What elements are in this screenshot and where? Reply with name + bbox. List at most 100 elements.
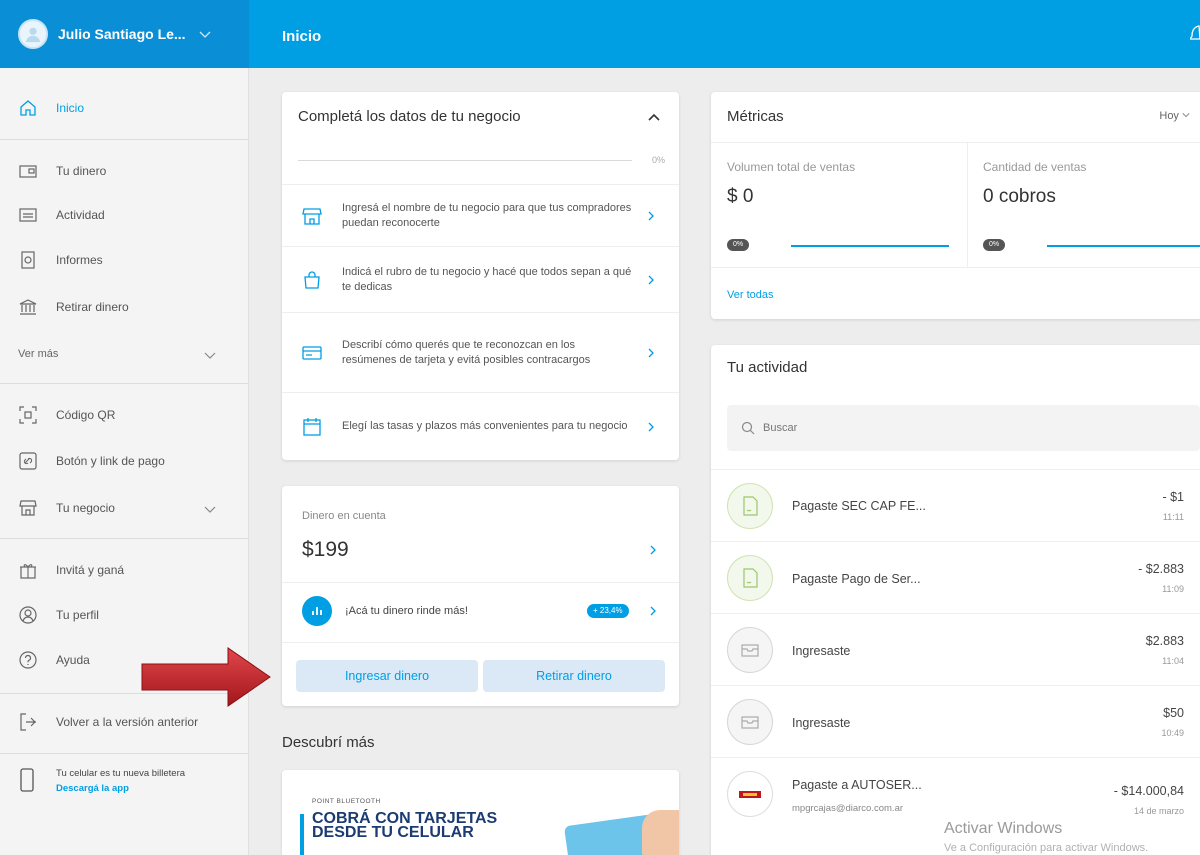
download-app-link[interactable]: Descargá la app bbox=[56, 783, 185, 794]
chevron-down-icon bbox=[199, 31, 211, 38]
activity-amount: $50 bbox=[1163, 706, 1184, 720]
activity-time: 11:11 bbox=[1162, 512, 1184, 522]
activity-time: 11:04 bbox=[1162, 656, 1184, 666]
sidebar-item-label: Informes bbox=[56, 253, 103, 267]
gift-icon bbox=[20, 564, 36, 579]
avatar bbox=[18, 19, 48, 49]
sidebar-item-volver[interactable]: Volver a la versión anterior bbox=[18, 710, 198, 734]
activity-row[interactable]: Pagaste SEC CAP FE... - $1 11:11 bbox=[711, 469, 1200, 541]
sales-count-badge: 0% bbox=[983, 239, 1005, 251]
sidebar-item-label: Tu negocio bbox=[56, 501, 115, 515]
chevron-right-icon bbox=[648, 211, 654, 220]
sidebar: Inicio Tu dinero Actividad Informes Reti… bbox=[0, 68, 249, 855]
activity-row[interactable]: Ingresaste $50 10:49 bbox=[711, 685, 1200, 757]
sidebar-item-tu-perfil[interactable]: Tu perfil bbox=[18, 603, 99, 627]
add-money-button[interactable]: Ingresar dinero bbox=[296, 660, 478, 692]
sidebar-item-invita[interactable]: Invitá y ganá bbox=[18, 558, 124, 582]
task-business-category[interactable]: Indicá el rubro de tu negocio y hacé que… bbox=[282, 246, 679, 312]
bank-icon bbox=[19, 299, 37, 315]
progress-bar bbox=[298, 160, 632, 161]
task-rates[interactable]: Elegí las tasas y plazos más conveniente… bbox=[282, 392, 679, 460]
account-money-card: Dinero en cuenta $199 ¡Acá tu dinero rin… bbox=[282, 486, 679, 706]
red-arrow-annotation bbox=[141, 647, 271, 707]
period-select[interactable]: Hoy bbox=[1159, 110, 1190, 122]
see-all-link[interactable]: Ver todas bbox=[727, 289, 773, 301]
link-icon bbox=[19, 452, 37, 470]
promo-text: Tu celular es tu nueva billetera bbox=[56, 768, 186, 779]
sales-count-value: 0 cobros bbox=[983, 186, 1056, 207]
chevron-down-icon[interactable] bbox=[203, 348, 217, 362]
activity-row[interactable]: Pagaste Pago de Ser... - $2.883 11:09 bbox=[711, 541, 1200, 613]
bell-icon[interactable] bbox=[1190, 24, 1200, 42]
sidebar-item-tu-dinero[interactable]: Tu dinero bbox=[18, 159, 106, 183]
sidebar-item-boton-link[interactable]: Botón y link de pago bbox=[18, 449, 165, 473]
ver-mas-toggle[interactable]: Ver más bbox=[18, 348, 58, 360]
activity-row[interactable]: Pagaste a AUTOSER... mpgrcajas@diarco.co… bbox=[711, 757, 1200, 829]
sidebar-item-inicio[interactable]: Inicio bbox=[18, 96, 84, 120]
sidebar-item-tu-negocio[interactable]: Tu negocio bbox=[18, 496, 115, 520]
sidebar-item-informes[interactable]: Informes bbox=[18, 248, 103, 272]
sidebar-item-label: Tu dinero bbox=[56, 164, 107, 178]
chevron-right-icon[interactable] bbox=[649, 544, 657, 556]
bag-icon bbox=[304, 270, 320, 289]
metrics-card: Métricas Hoy Volumen total de ventas $ 0… bbox=[711, 92, 1200, 319]
activity-row[interactable]: Ingresaste $2.883 11:04 bbox=[711, 613, 1200, 685]
activity-name: Pagaste a AUTOSER... bbox=[792, 778, 922, 792]
task-text: Indicá el rubro de tu negocio y hacé que… bbox=[342, 265, 632, 293]
home-icon bbox=[20, 100, 36, 116]
inbox-icon bbox=[741, 644, 759, 657]
windows-watermark-subtitle: Ve a Configuración para activar Windows. bbox=[944, 842, 1149, 854]
activity-amount: - $14.000,84 bbox=[1113, 784, 1184, 798]
discover-title: Descubrí más bbox=[282, 734, 375, 751]
chevron-down-icon[interactable] bbox=[203, 502, 217, 516]
sidebar-item-codigo-qr[interactable]: Código QR bbox=[18, 403, 115, 427]
sales-count-label: Cantidad de ventas bbox=[983, 160, 1087, 174]
activity-amount: - $1 bbox=[1162, 490, 1184, 504]
task-business-name[interactable]: Ingresá el nombre de tu negocio para que… bbox=[282, 184, 679, 246]
divider bbox=[967, 143, 968, 267]
search-input[interactable] bbox=[763, 422, 1063, 434]
windows-watermark-title: Activar Windows bbox=[944, 820, 1063, 837]
sidebar-item-label: Volver a la versión anterior bbox=[56, 715, 199, 729]
promo-banner[interactable]: POINT BLUETOOTH COBRÁ CON TARJETAS DESDE… bbox=[282, 770, 679, 855]
task-card-statement[interactable]: Describí cómo querés que te reconozcan e… bbox=[282, 312, 679, 392]
divider bbox=[282, 642, 679, 643]
search-box[interactable] bbox=[727, 405, 1200, 451]
sidebar-item-ayuda[interactable]: Ayuda bbox=[18, 648, 90, 672]
divider bbox=[0, 383, 249, 384]
sidebar-item-label: Invitá y ganá bbox=[56, 563, 125, 577]
chevron-right-icon bbox=[648, 422, 654, 431]
activity-icon bbox=[727, 699, 773, 745]
money-amount[interactable]: $199 bbox=[302, 538, 349, 562]
sidebar-item-label: Ayuda bbox=[56, 653, 90, 667]
chevron-up-icon[interactable] bbox=[647, 110, 661, 124]
activity-icon bbox=[727, 483, 773, 529]
chevron-right-icon[interactable] bbox=[649, 605, 657, 617]
task-text: Ingresá el nombre de tu negocio para que… bbox=[342, 201, 632, 229]
withdraw-money-button[interactable]: Retirar dinero bbox=[483, 660, 665, 692]
user-menu[interactable]: Julio Santiago Le... bbox=[0, 0, 249, 68]
task-text: Describí cómo querés que te reconozcan e… bbox=[342, 338, 591, 366]
sales-volume-badge: 0% bbox=[727, 239, 749, 251]
promo-small-text: POINT BLUETOOTH bbox=[312, 798, 381, 805]
app-download-promo[interactable]: Tu celular es tu nueva billetera Descarg… bbox=[18, 768, 185, 794]
chevron-down-icon bbox=[1182, 113, 1190, 118]
promo-headline: COBRÁ CON TARJETAS DESDE TU CELULAR bbox=[312, 810, 498, 841]
activity-name: Pagaste SEC CAP FE... bbox=[792, 499, 926, 513]
sidebar-item-label: Retirar dinero bbox=[56, 300, 129, 314]
sales-volume-label: Volumen total de ventas bbox=[727, 160, 856, 174]
sidebar-item-retirar-dinero[interactable]: Retirar dinero bbox=[18, 295, 129, 319]
sidebar-item-actividad[interactable]: Actividad bbox=[18, 203, 105, 227]
list-icon bbox=[19, 208, 37, 222]
hand-image bbox=[642, 810, 679, 855]
activity-time: 11:09 bbox=[1162, 584, 1184, 594]
store-icon bbox=[302, 207, 322, 225]
activity-amount: - $2.883 bbox=[1138, 562, 1184, 576]
card-title: Tu actividad bbox=[727, 359, 808, 376]
chevron-right-icon bbox=[648, 348, 654, 357]
yield-text[interactable]: ¡Acá tu dinero rinde más! bbox=[345, 605, 468, 617]
search-icon bbox=[741, 421, 755, 435]
wallet-icon bbox=[19, 165, 37, 178]
chevron-right-icon bbox=[648, 275, 654, 284]
activity-icon bbox=[727, 771, 773, 817]
